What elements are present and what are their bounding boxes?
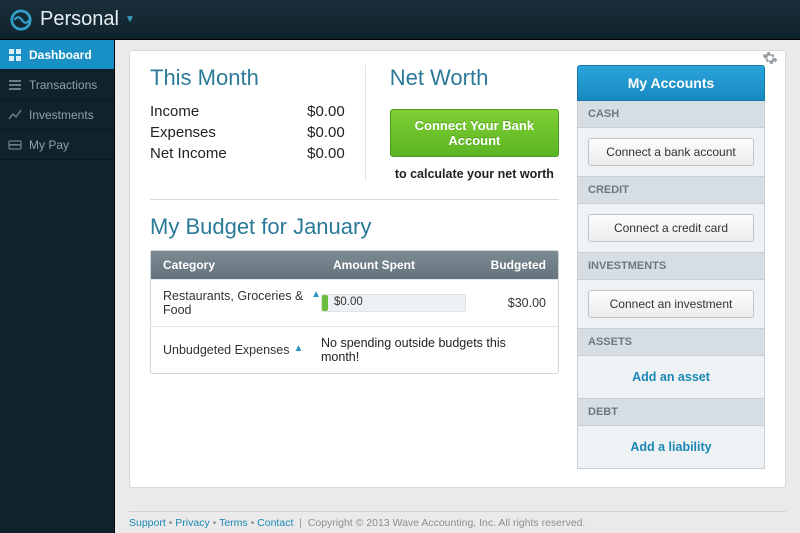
mypay-icon: [8, 138, 22, 152]
sidebar-item-label: Dashboard: [29, 48, 92, 62]
brand-title[interactable]: Personal: [40, 8, 119, 31]
budgeted-value: $30.00: [466, 296, 546, 310]
net-worth-title: Net Worth: [390, 65, 559, 91]
accounts-section-debt: DEBT: [577, 399, 765, 426]
expenses-row: Expenses $0.00: [150, 124, 345, 141]
my-accounts-header[interactable]: My Accounts: [577, 65, 765, 101]
top-bar: Personal ▼: [0, 0, 800, 40]
budget-table: Category Amount Spent Budgeted Restauran…: [150, 250, 559, 374]
net-income-value: $0.00: [307, 145, 345, 162]
income-row: Income $0.00: [150, 103, 345, 120]
expenses-value: $0.00: [307, 124, 345, 141]
col-budgeted: Budgeted: [466, 258, 546, 272]
add-asset-link[interactable]: Add an asset: [588, 366, 754, 388]
budget-title: My Budget for January: [150, 214, 559, 240]
net-worth-panel: Net Worth Connect Your Bank Account to c…: [366, 65, 559, 181]
connect-investment-button[interactable]: Connect an investment: [588, 290, 754, 318]
net-income-label: Net Income: [150, 145, 227, 162]
accounts-panel: My Accounts CASH Connect a bank account …: [577, 65, 765, 469]
net-income-row: Net Income $0.00: [150, 145, 345, 162]
sidebar-item-investments[interactable]: Investments: [0, 100, 114, 130]
content-area: This Month Income $0.00 Expenses $0.00 N…: [115, 40, 800, 533]
sidebar-item-label: Investments: [29, 108, 94, 122]
this-month-panel: This Month Income $0.00 Expenses $0.00 N…: [150, 65, 366, 181]
this-month-title: This Month: [150, 65, 345, 91]
sidebar-item-transactions[interactable]: Transactions: [0, 70, 114, 100]
spent-bar: $0.00: [321, 294, 466, 312]
footer-copyright: Copyright © 2013 Wave Accounting, Inc. A…: [308, 517, 586, 529]
dashboard-card: This Month Income $0.00 Expenses $0.00 N…: [129, 50, 786, 488]
footer-link-terms[interactable]: Terms: [219, 517, 248, 529]
sidebar-item-mypay[interactable]: My Pay: [0, 130, 114, 160]
caret-up-icon: ▲: [311, 289, 321, 300]
budget-table-header: Category Amount Spent Budgeted: [151, 251, 558, 279]
income-value: $0.00: [307, 103, 345, 120]
sidebar-item-label: Transactions: [29, 78, 97, 92]
col-category: Category: [163, 258, 333, 272]
sidebar-item-dashboard[interactable]: Dashboard: [0, 40, 114, 70]
dashboard-icon: [8, 48, 22, 62]
net-worth-subtitle: to calculate your net worth: [390, 167, 559, 181]
budget-row-restaurants[interactable]: Restaurants, Groceries & Food ▲ $0.00 $3…: [151, 279, 558, 326]
brand-dropdown-caret-icon[interactable]: ▼: [125, 14, 135, 25]
footer: Support • Privacy • Terms • Contact | Co…: [129, 511, 786, 529]
accounts-section-assets: ASSETS: [577, 329, 765, 356]
budget-category-label: Restaurants, Groceries & Food: [163, 289, 307, 317]
footer-link-support[interactable]: Support: [129, 517, 166, 529]
add-liability-link[interactable]: Add a liability: [588, 436, 754, 458]
budget-row-unbudgeted[interactable]: Unbudgeted Expenses ▲ No spending outsid…: [151, 326, 558, 373]
footer-link-privacy[interactable]: Privacy: [175, 517, 209, 529]
connect-bank-account-button[interactable]: Connect a bank account: [588, 138, 754, 166]
spent-bar-label: $0.00: [334, 296, 363, 308]
accounts-section-cash: CASH: [577, 101, 765, 128]
budget-category-label: Unbudgeted Expenses: [163, 343, 289, 357]
caret-up-icon: ▲: [293, 343, 303, 354]
income-label: Income: [150, 103, 199, 120]
sidebar: Dashboard Transactions Investments My Pa…: [0, 40, 115, 533]
budget-panel: My Budget for January Category Amount Sp…: [150, 214, 559, 374]
sidebar-item-label: My Pay: [29, 138, 69, 152]
gear-icon[interactable]: [762, 50, 778, 71]
investments-icon: [8, 108, 22, 122]
spent-bar-fill: [322, 295, 328, 311]
transactions-icon: [8, 78, 22, 92]
accounts-section-credit: CREDIT: [577, 177, 765, 204]
accounts-section-investments: INVESTMENTS: [577, 253, 765, 280]
expenses-label: Expenses: [150, 124, 216, 141]
footer-link-contact[interactable]: Contact: [257, 517, 293, 529]
app-logo-icon: [10, 9, 32, 31]
connect-credit-card-button[interactable]: Connect a credit card: [588, 214, 754, 242]
col-amount-spent: Amount Spent: [333, 258, 466, 272]
connect-bank-button[interactable]: Connect Your Bank Account: [390, 109, 559, 157]
unbudgeted-message: No spending outside budgets this month!: [321, 336, 546, 364]
